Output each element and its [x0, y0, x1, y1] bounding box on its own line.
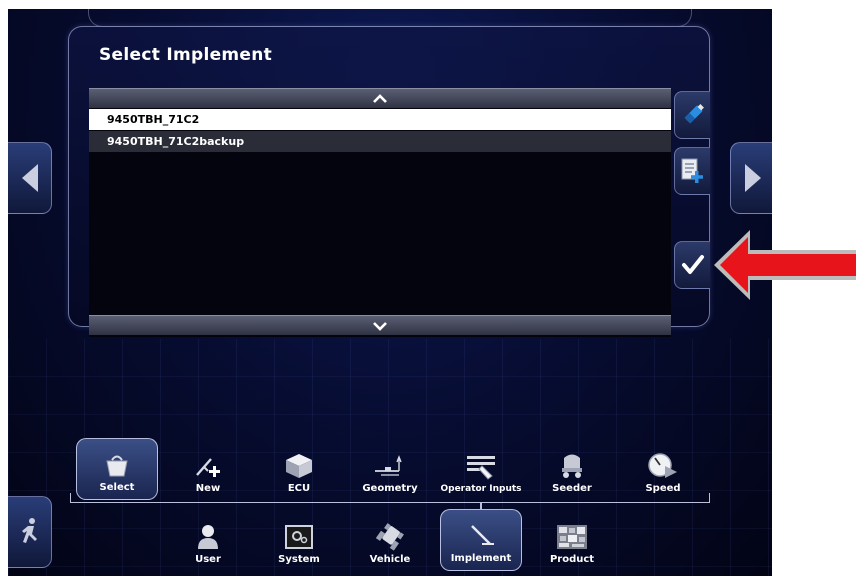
select-basket-icon	[106, 455, 128, 477]
list-item[interactable]: 9450TBH_71C2backup	[89, 131, 671, 152]
list-item[interactable]: 9450TBH_71C2	[89, 109, 671, 130]
menu-group-bracket	[70, 493, 710, 503]
add-document-icon	[681, 158, 703, 183]
menu-label: Product	[549, 554, 595, 565]
new-implement-icon	[196, 458, 220, 477]
dialog-title: Select Implement	[99, 45, 273, 65]
geometry-icon	[375, 455, 402, 476]
scroll-up-button[interactable]	[89, 88, 671, 108]
menu-operator-inputs[interactable]: Operator Inputs	[440, 438, 522, 500]
menu-label: System	[278, 554, 320, 565]
product-icon	[557, 525, 587, 549]
scroll-down-button[interactable]	[89, 315, 671, 335]
implement-icon	[471, 525, 494, 545]
menu-vehicle[interactable]: Vehicle	[349, 509, 431, 571]
user-icon	[198, 525, 218, 549]
menu-ecu[interactable]: ECU	[258, 438, 340, 500]
menu-select[interactable]: Select	[76, 438, 158, 500]
menu-label: Vehicle	[369, 554, 411, 565]
chevron-down-icon	[373, 321, 387, 331]
next-page-button[interactable]	[730, 142, 772, 214]
menu-label: Select	[99, 482, 135, 493]
menu-system[interactable]: System	[258, 509, 340, 571]
previous-page-button[interactable]	[8, 142, 52, 214]
select-implement-dialog: Select Implement 9450TBH_71C2 9450TBH_71…	[68, 26, 710, 337]
menu-new[interactable]: New	[167, 438, 249, 500]
vehicle-icon	[375, 523, 404, 551]
menu-speed[interactable]: Speed	[622, 438, 704, 500]
operator-inputs-icon	[467, 456, 495, 480]
usb-import-button[interactable]	[674, 91, 710, 139]
speed-icon	[648, 453, 677, 478]
implement-list: 9450TBH_71C2 9450TBH_71C2backup	[89, 88, 671, 337]
chevron-up-icon	[373, 93, 387, 103]
menu-geometry[interactable]: Geometry	[349, 438, 431, 500]
app-screen: Select Implement 9450TBH_71C2 9450TBH_71…	[8, 9, 772, 576]
top-panel-edge	[88, 9, 692, 27]
usb-drive-icon	[684, 104, 704, 124]
red-arrow-annotation	[714, 230, 856, 300]
confirm-button[interactable]	[674, 241, 710, 289]
checkmark-icon	[681, 255, 704, 274]
menu-label: User	[195, 554, 221, 565]
running-person-icon	[21, 518, 37, 543]
menu-label: Implement	[450, 553, 512, 564]
arrow-left-icon	[21, 164, 38, 192]
menu-product[interactable]: Product	[531, 509, 613, 571]
arrow-right-icon	[744, 164, 761, 192]
system-icon	[285, 525, 313, 549]
menu-user[interactable]: User	[167, 509, 249, 571]
menu-implement[interactable]: Implement	[440, 509, 522, 571]
exit-run-button[interactable]	[8, 496, 52, 568]
add-implement-button[interactable]	[674, 147, 710, 195]
ecu-box-icon	[286, 454, 312, 478]
menu-seeder[interactable]: Seeder	[531, 438, 613, 500]
seeder-icon	[562, 454, 582, 478]
